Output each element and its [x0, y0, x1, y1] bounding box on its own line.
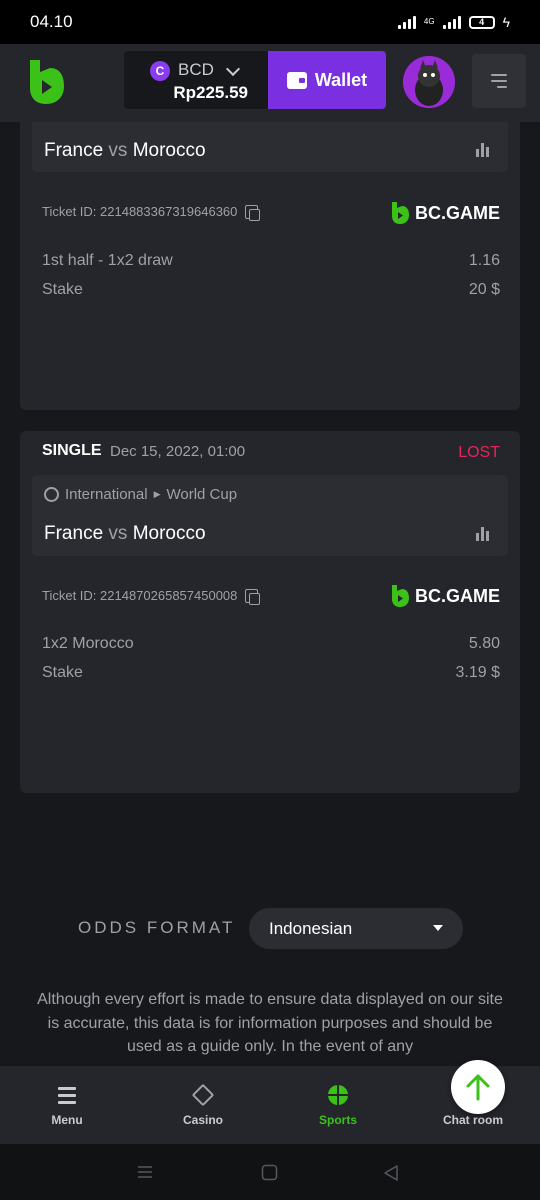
match-teams: France vs Morocco	[44, 140, 206, 161]
caret-down-icon	[433, 925, 443, 931]
stake-value: 3.19 $	[455, 664, 500, 681]
odds-format-label: ODDS FORMAT	[78, 918, 236, 937]
chevron-right-icon: ▶	[153, 489, 161, 499]
top-header: C BCD Rp225.59 Wallet	[0, 44, 540, 122]
bcgame-logo-icon	[392, 202, 409, 224]
bcgame-brand: BC.GAME	[390, 201, 500, 225]
match-teams: France vs Morocco	[44, 523, 206, 544]
nav-sports[interactable]: Sports	[288, 1084, 388, 1127]
stake-label: Stake	[42, 664, 83, 681]
bet-card: SINGLE Dec 15, 2022, 01:00 LOST Internat…	[20, 431, 520, 793]
bcgame-logo-icon	[392, 585, 409, 607]
wallet-label: Wallet	[314, 69, 368, 90]
chevron-down-icon	[225, 61, 241, 77]
currency-label: BCD	[178, 60, 214, 79]
stats-icon[interactable]	[476, 143, 492, 157]
bcgame-brand: BC.GAME	[390, 584, 500, 608]
selection-odds: 1.16	[468, 252, 500, 269]
status-bar: 04.10 4G 4 ϟ	[0, 0, 540, 44]
wallet-icon	[286, 71, 307, 89]
selection-row: 1st half - 1x2 draw 1.16	[42, 252, 500, 270]
bet-card: France vs Morocco Ticket ID: 22148833673…	[20, 100, 520, 410]
copy-icon[interactable]	[245, 204, 261, 221]
stake-label: Stake	[42, 281, 83, 298]
signal-icon-2	[442, 15, 461, 29]
menu-icon	[58, 1086, 76, 1104]
home-icon[interactable]	[261, 1164, 278, 1181]
selection-label: 1x2 Morocco	[42, 635, 134, 652]
signal-icon	[397, 15, 416, 29]
casino-icon	[191, 1083, 215, 1107]
back-icon[interactable]	[383, 1164, 399, 1182]
ticket-id: Ticket ID: 2214883367319646360	[42, 204, 261, 221]
bcd-coin-icon: C	[150, 61, 170, 81]
stake-row: Stake 3.19 $	[42, 664, 500, 682]
copy-icon[interactable]	[245, 588, 261, 605]
stats-icon[interactable]	[476, 527, 492, 541]
stake-row: Stake 20 $	[42, 281, 500, 299]
ticket-id: Ticket ID: 2214870265857450008	[42, 588, 261, 605]
bcgame-logo[interactable]	[26, 58, 66, 106]
status-time: 04.10	[30, 12, 73, 31]
selection-odds: 5.80	[468, 635, 500, 652]
selection-label: 1st half - 1x2 draw	[42, 252, 173, 269]
selection-row: 1x2 Morocco 5.80	[42, 635, 500, 653]
balance-selector[interactable]: C BCD Rp225.59	[124, 51, 268, 109]
balance-amount: Rp225.59	[173, 83, 248, 102]
disclaimer-text: Although every effort is made to ensure …	[37, 991, 503, 1055]
avatar[interactable]	[403, 56, 455, 108]
nav-casino[interactable]: Casino	[153, 1083, 253, 1127]
charging-icon: ϟ	[502, 14, 510, 30]
recents-icon[interactable]	[136, 1164, 154, 1180]
system-nav-bar	[0, 1144, 540, 1200]
stake-value: 20 $	[468, 281, 500, 298]
nav-menu[interactable]: Menu	[17, 1084, 117, 1127]
arrow-up-icon	[466, 1074, 490, 1101]
match-box[interactable]: International ▶ World Cup France vs Moro…	[32, 475, 508, 556]
sidebar-toggle-button[interactable]	[472, 54, 526, 108]
football-icon	[44, 487, 59, 502]
odds-format-value: Indonesian	[269, 918, 353, 938]
wallet-button[interactable]: Wallet	[268, 51, 386, 109]
status-icons: 4G 4 ϟ	[397, 14, 510, 30]
bet-date: Dec 15, 2022, 01:00	[110, 443, 246, 460]
battery-icon: 4	[468, 15, 495, 29]
league-breadcrumb: International ▶ World Cup	[44, 486, 237, 503]
odds-format-select[interactable]: Indonesian	[249, 908, 463, 949]
scroll-to-top-button[interactable]	[451, 1060, 505, 1114]
network-type: 4G	[423, 17, 435, 26]
status-badge: LOST	[458, 444, 500, 461]
bet-type: SINGLE	[42, 442, 102, 459]
sports-icon	[328, 1085, 348, 1105]
